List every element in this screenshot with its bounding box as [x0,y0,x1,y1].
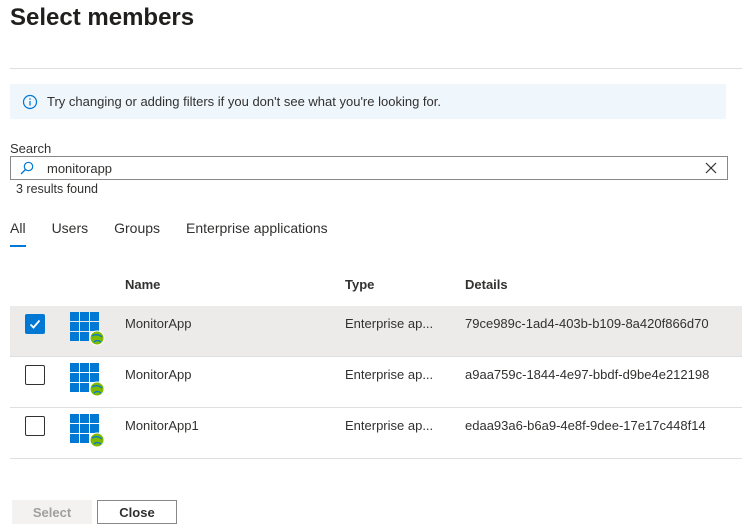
row-checkbox[interactable] [25,314,45,334]
results-table: Name Type Details MonitorApp Enterprise … [10,266,742,459]
enterprise-app-icon [70,312,105,346]
header-divider [10,68,742,69]
table-row[interactable]: MonitorApp1 Enterprise ap... edaa93a6-b6… [10,408,742,459]
row-type: Enterprise ap... [345,316,434,331]
info-banner: Try changing or adding filters if you do… [10,84,726,119]
search-box[interactable] [10,156,728,180]
table-header: Name Type Details [10,266,742,306]
column-header-type: Type [345,277,375,292]
row-details: a9aa759c-1844-4e97-bbdf-d9be4e212198 [465,367,710,382]
row-details: edaa93a6-b6a9-4e8f-9dee-17e17c448f14 [465,418,706,433]
select-button[interactable]: Select [12,500,92,524]
column-header-details: Details [465,277,508,292]
column-header-name: Name [125,277,161,292]
row-name: MonitorApp [125,367,192,382]
row-type: Enterprise ap... [345,418,434,433]
search-input[interactable] [47,158,703,178]
close-button[interactable]: Close [97,500,177,524]
row-checkbox[interactable] [25,416,45,436]
row-details: 79ce989c-1ad4-403b-b109-8a420f866d70 [465,316,709,331]
row-type: Enterprise ap... [345,367,434,382]
filter-tabs: All Users Groups Enterprise applications [10,219,354,247]
info-icon [22,94,38,110]
footer-actions: Select Close [12,500,177,524]
tab-all[interactable]: All [10,219,26,247]
tab-enterprise-applications[interactable]: Enterprise applications [186,219,328,247]
table-row[interactable]: MonitorApp Enterprise ap... a9aa759c-184… [10,357,742,408]
row-name: MonitorApp [125,316,192,331]
enterprise-app-icon [70,363,105,397]
search-icon [19,160,35,176]
info-message: Try changing or adding filters if you do… [47,94,441,109]
table-row[interactable]: MonitorApp Enterprise ap... 79ce989c-1ad… [10,306,742,357]
tab-groups[interactable]: Groups [114,219,160,247]
tab-users[interactable]: Users [52,219,89,247]
row-name: MonitorApp1 [125,418,199,433]
results-count: 3 results found [16,182,98,196]
search-label: Search [10,141,52,156]
checkmark-icon [29,319,41,329]
row-checkbox[interactable] [25,365,45,385]
page-title: Select members [10,4,195,31]
close-icon[interactable] [703,160,719,176]
enterprise-app-icon [70,414,105,448]
